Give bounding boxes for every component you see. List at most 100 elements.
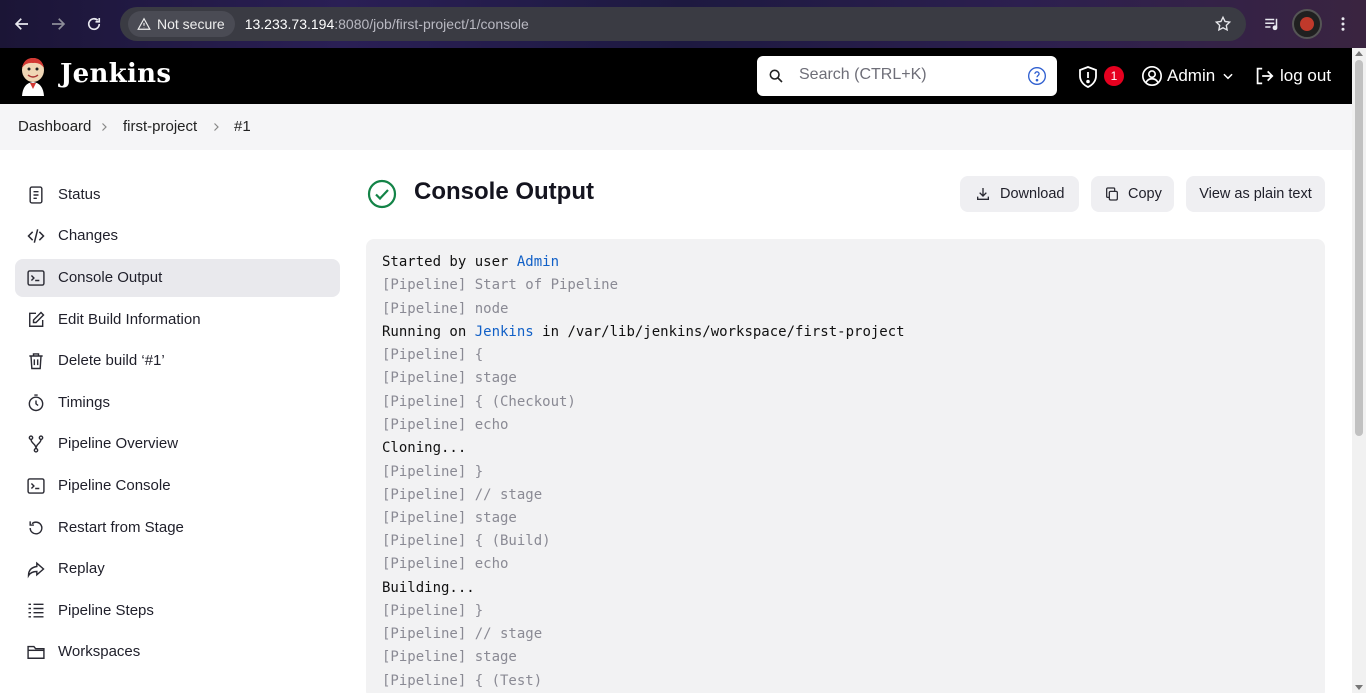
status-icon <box>29 186 43 204</box>
console-line: [Pipeline] { <box>382 347 484 363</box>
code-icon <box>27 229 45 243</box>
plain-text-label: View as plain text <box>1199 186 1312 202</box>
console-line: [Pipeline] } <box>382 464 484 480</box>
console-line: Building... <box>382 580 475 596</box>
console-line: [Pipeline] { (Build) <box>382 533 551 549</box>
sidebar-item-workspaces[interactable]: Workspaces <box>15 633 340 671</box>
sidebar-item-label: Edit Build Information <box>58 311 201 328</box>
jenkins-header: Jenkins Search (CTRL+K) 1 Admin log out <box>0 48 1352 104</box>
copy-icon <box>1106 187 1118 201</box>
breadcrumb-project[interactable]: first-project <box>123 118 197 135</box>
security-shield-icon[interactable] <box>1076 65 1100 89</box>
help-icon[interactable] <box>1027 66 1047 86</box>
notification-badge[interactable]: 1 <box>1104 66 1124 86</box>
sidebar-item-restart-from-stage[interactable]: Restart from Stage <box>15 509 340 547</box>
scroll-up-arrow[interactable] <box>1355 51 1363 56</box>
sidebar-item-delete-build[interactable]: Delete build ‘#1’ <box>15 342 340 380</box>
page-title: Console Output <box>414 178 594 205</box>
replay-icon <box>27 561 45 579</box>
sidebar-item-status[interactable]: Status <box>15 176 340 214</box>
copy-button[interactable]: Copy <box>1091 176 1174 212</box>
reload-icon[interactable] <box>81 11 107 37</box>
search-input[interactable]: Search (CTRL+K) <box>799 66 927 84</box>
console-line: [Pipeline] node <box>382 301 509 317</box>
security-chip[interactable]: Not secure <box>128 11 235 37</box>
sidebar-item-changes[interactable]: Changes <box>15 217 340 255</box>
folder-icon <box>27 645 45 659</box>
download-label: Download <box>1000 186 1065 202</box>
sidebar-item-label: Timings <box>58 394 110 411</box>
breadcrumb-dashboard[interactable]: Dashboard <box>18 118 91 135</box>
view-plain-text-button[interactable]: View as plain text <box>1186 176 1325 212</box>
sidebar-item-pipeline-steps[interactable]: Pipeline Steps <box>15 592 340 630</box>
address-bar[interactable]: Not secure 13.233.73.194:8080/job/first-… <box>120 7 1246 41</box>
scrollbar-thumb[interactable] <box>1355 60 1363 436</box>
copy-label: Copy <box>1128 186 1162 202</box>
success-check-icon <box>367 179 397 209</box>
profile-avatar[interactable] <box>1291 8 1323 40</box>
sidebar-item-label: Console Output <box>58 269 163 286</box>
stopwatch-icon <box>28 394 44 412</box>
jenkins-title[interactable]: Jenkins <box>60 59 171 89</box>
url-host: 13.233.73.194 <box>244 16 335 32</box>
console-line: Cloning... <box>382 440 467 456</box>
jenkins-logo-icon[interactable] <box>18 56 48 96</box>
console-output: Started by user Admin [Pipeline] Start o… <box>366 239 1325 693</box>
sidebar-item-label: Pipeline Console <box>58 477 171 494</box>
download-icon <box>977 188 989 200</box>
chevron-right-icon <box>214 123 219 131</box>
trash-icon <box>29 353 43 370</box>
chevron-down-icon[interactable] <box>1221 69 1235 83</box>
sidebar-item-pipeline-overview[interactable]: Pipeline Overview <box>15 425 340 463</box>
download-button[interactable]: Download <box>960 176 1079 212</box>
console-line: [Pipeline] echo <box>382 417 509 433</box>
back-icon[interactable] <box>9 11 35 37</box>
security-label: Not secure <box>157 16 225 32</box>
logout-icon[interactable] <box>1253 65 1275 87</box>
url-path: :8080/job/first-project/1/console <box>334 16 529 32</box>
chevron-right-icon <box>102 123 107 131</box>
console-line: [Pipeline] { (Test) <box>382 673 543 689</box>
media-icon[interactable] <box>1258 8 1286 40</box>
user-icon[interactable] <box>1141 65 1163 87</box>
terminal-icon <box>27 478 45 494</box>
browser-toolbar: Not secure 13.233.73.194:8080/job/first-… <box>0 0 1366 48</box>
scroll-down-arrow[interactable] <box>1355 685 1363 690</box>
forward-icon[interactable] <box>45 11 71 37</box>
sidebar-item-replay[interactable]: Replay <box>15 550 340 588</box>
url-text[interactable]: 13.233.73.194:8080/job/first-project/1/c… <box>245 16 529 32</box>
console-line: [Pipeline] Start of Pipeline <box>382 277 619 293</box>
sidebar-item-pipeline-console[interactable]: Pipeline Console <box>15 467 340 505</box>
console-line: Running on Jenkins in /var/lib/jenkins/w… <box>382 324 905 340</box>
search-box[interactable]: Search (CTRL+K) <box>757 56 1057 96</box>
sidebar-item-edit-build[interactable]: Edit Build Information <box>15 301 340 339</box>
console-line: [Pipeline] echo <box>382 556 509 572</box>
console-line: [Pipeline] stage <box>382 649 517 665</box>
sidebar-item-label: Delete build ‘#1’ <box>58 352 165 369</box>
breadcrumb: Dashboard first-project #1 <box>0 104 1352 150</box>
console-line: [Pipeline] // stage <box>382 487 543 503</box>
user-link[interactable]: Admin <box>517 254 559 270</box>
more-icon[interactable] <box>1330 8 1356 40</box>
edit-icon <box>29 311 45 327</box>
sidebar-item-label: Replay <box>58 560 105 577</box>
console-line: [Pipeline] } <box>382 603 484 619</box>
sidebar-item-console-output[interactable]: Console Output <box>15 259 340 297</box>
page-scrollbar[interactable] <box>1352 48 1366 693</box>
list-icon <box>28 603 44 618</box>
sidebar-item-label: Restart from Stage <box>58 519 184 536</box>
sidebar-item-timings[interactable]: Timings <box>15 384 340 422</box>
console-line: [Pipeline] { (Checkout) <box>382 394 576 410</box>
user-menu[interactable]: Admin <box>1167 66 1215 86</box>
console-line: Started by user Admin <box>382 254 560 270</box>
console-line: [Pipeline] stage <box>382 370 517 386</box>
sidebar-item-label: Workspaces <box>58 643 141 660</box>
console-line: [Pipeline] // stage <box>382 626 543 642</box>
node-link[interactable]: Jenkins <box>475 324 534 340</box>
sidebar-item-label: Status <box>58 186 101 203</box>
breadcrumb-build[interactable]: #1 <box>234 118 251 135</box>
sidebar-item-label: Pipeline Overview <box>58 435 179 452</box>
logout-link[interactable]: log out <box>1280 66 1331 86</box>
star-icon[interactable] <box>1214 15 1232 33</box>
restart-icon <box>29 521 43 535</box>
